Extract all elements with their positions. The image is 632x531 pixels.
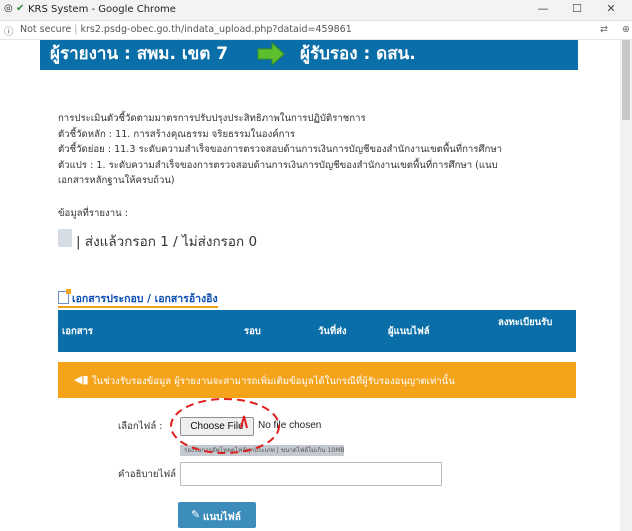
documents-heading: เอกสารประกอบ / เอกสารอ้างอิง: [58, 289, 218, 307]
info-line: ตัวแปร : 1. ระดับความสำเร็จของการตรวจสอบ…: [58, 159, 498, 171]
documents-table-header: เอกสาร รอบ วันที่ส่ง ผู้แนบไฟล์ ลงทะเบีย…: [58, 310, 576, 352]
info-line: เอกสารหลักฐานให้ครบถ้วน): [58, 175, 175, 186]
browser-titlebar: ◎ ✔ KRS System - Google Chrome — ☐ ✕: [0, 0, 632, 21]
upload-button-label: แนบไฟล์: [203, 512, 241, 523]
report-data-label: ข้อมูลที่รายงาน :: [58, 208, 128, 219]
scrollbar-thumb[interactable]: [622, 40, 630, 120]
scrollbar[interactable]: [620, 40, 632, 531]
translate-icon[interactable]: ⇄: [600, 24, 608, 35]
description-input[interactable]: [180, 462, 442, 486]
approver-label: ผู้รับรอง : ดสน.: [300, 44, 416, 64]
info-line: การประเมินตัวชี้วัดตามมาตรการปรับปรุงประ…: [58, 113, 366, 124]
column-header-document: เอกสาร: [62, 326, 93, 337]
window-title: KRS System - Google Chrome: [28, 4, 176, 15]
security-label: Not secure: [20, 24, 72, 35]
check-icon: ✔: [16, 3, 25, 14]
alert-banner: ◀▮ ในช่วงรับรองข้อมูล ผู้รายงานจะสามารถเ…: [58, 362, 576, 398]
pencil-icon: ✎: [191, 508, 201, 521]
url-value: krs2.psdg-obec.go.th/indata_upload.php?d…: [80, 24, 352, 35]
info-line: ตัวชี้วัดย่อย : 11.3 ระดับความสำเร็จของก…: [58, 144, 503, 155]
alert-text: ในช่วงรับรองข้อมูล ผู้รายงานจะสามารถเพิ่…: [92, 376, 455, 387]
arrow-right-icon: [257, 42, 285, 66]
url-text[interactable]: Not secure | krs2.psdg-obec.go.th/indata…: [20, 24, 352, 35]
column-header-uploader: ผู้แนบไฟล์: [388, 326, 430, 337]
upload-button[interactable]: ✎ แนบไฟล์: [178, 502, 256, 528]
reporter-label: ผู้รายงาน : สพม. เขต 7: [50, 44, 229, 64]
indicator-info: การประเมินตัวชี้วัดตามมาตรการปรับปรุงประ…: [58, 111, 618, 189]
maximize-button[interactable]: ☐: [566, 2, 588, 16]
info-line: ตัวชี้วัดหลัก : 11. การสร้างคุณธรรม จริย…: [58, 128, 296, 140]
search-icon[interactable]: ⊕: [622, 24, 630, 35]
bullhorn-icon: ◀▮: [74, 373, 89, 386]
documents-heading-text: เอกสารประกอบ / เอกสารอ้างอิง: [72, 293, 218, 305]
heading-underline: [58, 306, 218, 308]
column-header-round: รอบ: [244, 326, 261, 337]
file-label: เลือกไฟล์ :: [118, 421, 163, 432]
description-label: คำอธิบายไฟล์ :: [118, 469, 183, 480]
choose-file-button[interactable]: Choose File: [180, 417, 254, 436]
column-header-register: ลงทะเบียนรับ: [498, 317, 553, 328]
report-banner: ผู้รายงาน : สพม. เขต 7 ผู้รับรอง : ดสน.: [40, 40, 578, 70]
minimize-button[interactable]: —: [532, 2, 554, 16]
document-icon: [58, 289, 71, 304]
close-window-button[interactable]: ✕: [600, 2, 622, 16]
status-text: | ส่งแล้วกรอก 1 / ไม่ส่งกรอก 0: [76, 234, 258, 250]
no-file-text: No file chosen: [258, 420, 322, 431]
info-icon[interactable]: ⓘ: [4, 24, 14, 38]
status-checkbox[interactable]: [58, 229, 72, 247]
upload-hint: รองรับการอัพโหลดไฟล์ทุกประเภท | ขนาดไฟล์…: [180, 445, 344, 456]
address-bar[interactable]: ⓘ Not secure | krs2.psdg-obec.go.th/inda…: [0, 21, 632, 40]
chrome-icon: ◎: [4, 3, 13, 14]
column-header-date: วันที่ส่ง: [318, 326, 347, 337]
